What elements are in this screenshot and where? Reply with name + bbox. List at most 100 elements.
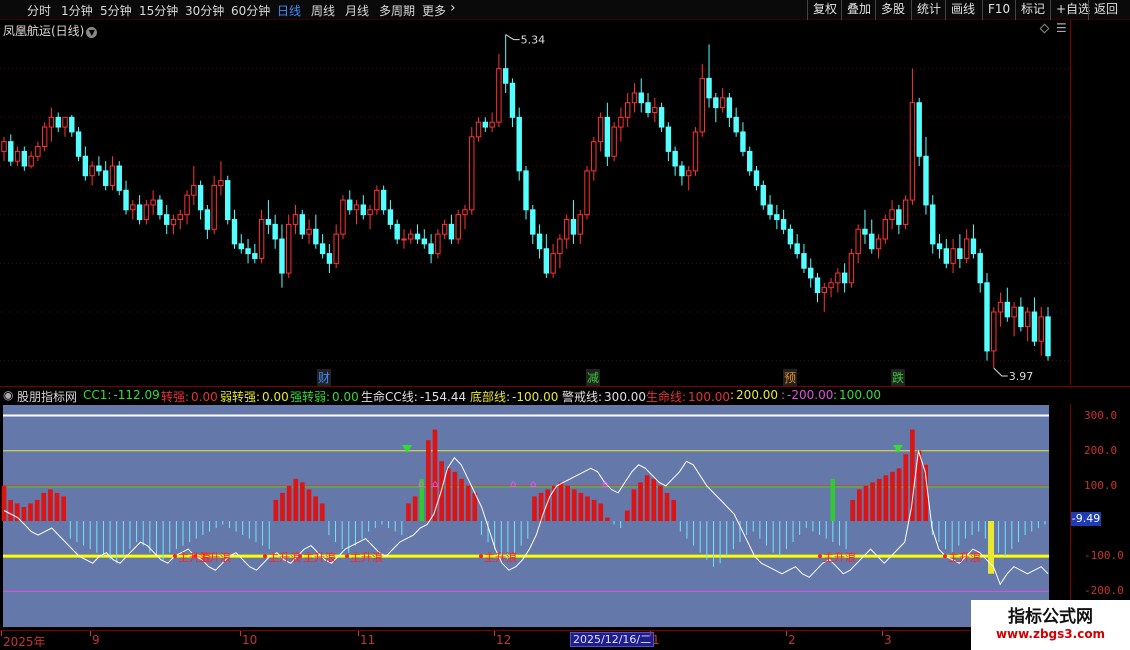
- watermark-url: www.zbgs3.com: [995, 627, 1106, 641]
- candle-down: [299, 214, 305, 235]
- candle-down: [740, 131, 746, 152]
- candle-down: [530, 209, 536, 235]
- indicator-tick-label: -100.0: [1084, 549, 1124, 563]
- event-marker-1[interactable]: 减: [586, 369, 601, 386]
- candle-up: [14, 150, 21, 162]
- wave-dot: [345, 554, 349, 559]
- indicator-header: ◉ 股朋指标网 CC1: -112.09 转强: 0.00 弱转强: 0.00 强转弱: 0.00…: [0, 386, 1130, 404]
- toolbar-button-8[interactable]: 返回: [1088, 0, 1123, 20]
- candle-up: [35, 146, 41, 157]
- indicator-bar-positive: [406, 503, 411, 522]
- indicator-bar-positive: [445, 468, 451, 522]
- candle-down: [509, 82, 516, 118]
- candle-down: [638, 92, 644, 104]
- period-tab-6[interactable]: 日线: [277, 2, 301, 19]
- candle-up: [1011, 306, 1017, 318]
- indicator-name[interactable]: 股朋指标网: [17, 388, 77, 405]
- toolbar-button-4[interactable]: 画线: [945, 0, 980, 20]
- toolbar-button-3[interactable]: 统计: [911, 0, 946, 20]
- indicator-value-number: 0.00: [191, 390, 218, 404]
- indicator-chart[interactable]: ⌂⌂⌂⌂⌂主升浪主升浪主升浪主升浪主升浪主升浪主升浪主升浪: [0, 405, 1070, 630]
- candle-up: [611, 126, 617, 157]
- toolbar-button-5[interactable]: F10: [982, 0, 1015, 20]
- indicator-value-number: 100.00: [688, 390, 731, 404]
- date-axis: 2025/12/16/二 2025年 9 10 11 12 1 2 3: [0, 630, 1130, 650]
- candle-up: [401, 238, 407, 241]
- candle-down: [1031, 311, 1038, 342]
- indicator-value-7: 生命线: 100.00: [646, 388, 730, 405]
- date-tick: [882, 631, 883, 636]
- candle-down: [204, 209, 211, 230]
- date-label-6: 2: [788, 633, 796, 647]
- date-label-5: 1: [652, 633, 660, 647]
- period-tab-3[interactable]: 15分钟: [139, 2, 178, 19]
- indicator-bar-positive: [1, 485, 7, 522]
- candle-up: [211, 184, 217, 230]
- candle-down: [319, 243, 326, 255]
- candle-up: [692, 131, 699, 172]
- period-tab-1[interactable]: 1分钟: [61, 2, 93, 19]
- candle-up: [475, 121, 482, 138]
- candle-down: [841, 272, 848, 284]
- period-tab-7[interactable]: 周线: [311, 2, 335, 19]
- indicator-value-number: -200.00: [787, 388, 834, 402]
- candle-down: [245, 248, 251, 255]
- indicator-bar-positive: [565, 485, 570, 522]
- toolbar-button-1[interactable]: 叠加: [841, 0, 876, 20]
- candle-up: [374, 189, 380, 211]
- period-tab-5[interactable]: 60分钟: [231, 2, 270, 19]
- period-tab-2[interactable]: 5分钟: [100, 2, 132, 19]
- candle-down: [523, 170, 529, 211]
- candle-down: [394, 223, 400, 240]
- candle-up: [855, 228, 861, 255]
- chevron-right-icon[interactable]: ›: [450, 0, 456, 16]
- wave-label: 主升浪: [268, 550, 301, 564]
- candle-down: [502, 68, 509, 84]
- magenta-marker: ⌂: [602, 479, 608, 490]
- wave-label: 主升浪: [350, 550, 383, 564]
- candle-down: [8, 141, 14, 162]
- candle-up: [48, 116, 55, 128]
- indicator-bar-positive: [876, 478, 882, 522]
- candle-up: [624, 102, 631, 118]
- indicator-value-label: 底部线:: [470, 390, 511, 404]
- candle-up: [191, 184, 197, 196]
- event-marker-0[interactable]: 财: [317, 369, 332, 386]
- indicator-bar-positive: [54, 492, 60, 522]
- candlestick-chart[interactable]: 5.34 3.97: [0, 20, 1070, 385]
- toolbar-button-2[interactable]: 多股: [875, 0, 910, 20]
- wave-dot: [263, 554, 267, 559]
- indicator-bar-positive: [280, 492, 285, 522]
- period-tab-8[interactable]: 月线: [345, 2, 369, 19]
- candle-down: [516, 116, 522, 172]
- indicator-bar-positive: [585, 496, 590, 522]
- date-tick: [240, 631, 241, 636]
- indicator-settings-icon[interactable]: ◉: [3, 388, 13, 402]
- indicator-bar-positive: [412, 496, 418, 522]
- period-tab-4[interactable]: 30分钟: [185, 2, 224, 19]
- period-tab-9[interactable]: 多周期: [379, 2, 415, 19]
- price-annotation-line: [993, 367, 1008, 377]
- indicator-value-label: :: [781, 388, 786, 402]
- period-tab-0[interactable]: 分时: [27, 2, 51, 19]
- period-tab-10[interactable]: 更多: [422, 2, 446, 19]
- candle-up: [367, 209, 373, 216]
- event-marker-3[interactable]: 跌: [891, 369, 906, 386]
- candle-down: [414, 233, 421, 240]
- indicator-tick-label: 200.0: [1084, 443, 1118, 457]
- candle-up: [550, 253, 556, 274]
- wave-label: 主升浪: [948, 550, 981, 564]
- candle-up: [685, 170, 692, 177]
- price-annotation-low: 3.97: [1009, 370, 1034, 383]
- wave-dot: [173, 554, 177, 559]
- candle-down: [238, 243, 244, 250]
- indicator-value-8: :200.00: [730, 388, 778, 402]
- price-annotation-line: [505, 34, 520, 41]
- toolbar-button-6[interactable]: 标记: [1015, 0, 1050, 20]
- candle-down: [265, 219, 272, 225]
- event-marker-2[interactable]: 预: [783, 369, 798, 386]
- wave-dot: [943, 554, 947, 559]
- toolbar-button-0[interactable]: 复权: [807, 0, 842, 20]
- date-label-0: 2025年: [3, 635, 46, 649]
- indicator-bar-positive: [870, 482, 875, 522]
